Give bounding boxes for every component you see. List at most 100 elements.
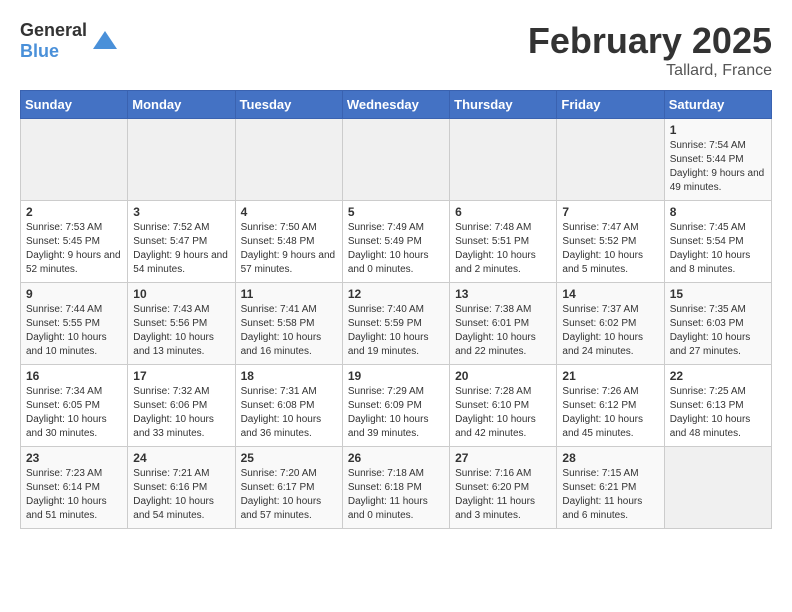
day-info: Sunrise: 7:49 AM Sunset: 5:49 PM Dayligh… [348,221,444,277]
calendar-cell: 27 Sunrise: 7:16 AM Sunset: 6:20 PM Dayli… [450,447,557,529]
calendar-cell: 14 Sunrise: 7:37 AM Sunset: 6:02 PM Dayli… [557,283,664,365]
day-number: 28 [562,451,658,465]
calendar-cell: 21Sunrise: 7:26 AM Sunset: 6:12 PM Dayli… [557,365,664,447]
day-info: Sunrise: 7:20 AM Sunset: 6:17 PM Dayligh… [241,467,337,523]
day-info: Sunrise: 7:35 AM Sunset: 6:03 PM Dayligh… [670,303,766,359]
header-day-tuesday: Tuesday [235,91,342,119]
day-info: Sunrise: 7:44 AM Sunset: 5:55 PM Dayligh… [26,303,122,359]
day-number: 12 [348,287,444,301]
calendar-cell: 17 Sunrise: 7:32 AM Sunset: 6:06 PM Dayli… [128,365,235,447]
logo-general: General [20,20,87,40]
day-number: 4 [241,205,337,219]
calendar-cell: 1Sunrise: 7:54 AM Sunset: 5:44 PM Daylig… [664,119,771,201]
header-day-monday: Monday [128,91,235,119]
header-day-thursday: Thursday [450,91,557,119]
day-number: 20 [455,369,551,383]
calendar-cell: 11Sunrise: 7:41 AM Sunset: 5:58 PM Dayli… [235,283,342,365]
calendar-cell: 5 Sunrise: 7:49 AM Sunset: 5:49 PM Daylig… [342,201,449,283]
calendar-header-row: SundayMondayTuesdayWednesdayThursdayFrid… [21,91,772,119]
day-info: Sunrise: 7:29 AM Sunset: 6:09 PM Dayligh… [348,385,444,441]
title-block: February 2025 Tallard, France [528,20,772,80]
day-number: 13 [455,287,551,301]
day-number: 23 [26,451,122,465]
logo-blue: Blue [20,41,59,61]
day-info: Sunrise: 7:26 AM Sunset: 6:12 PM Dayligh… [562,385,658,441]
day-number: 22 [670,369,766,383]
calendar-cell: 4 Sunrise: 7:50 AM Sunset: 5:48 PM Daylig… [235,201,342,283]
calendar-cell: 2 Sunrise: 7:53 AM Sunset: 5:45 PM Daylig… [21,201,128,283]
day-info: Sunrise: 7:37 AM Sunset: 6:02 PM Dayligh… [562,303,658,359]
day-number: 19 [348,369,444,383]
header-day-sunday: Sunday [21,91,128,119]
day-info: Sunrise: 7:18 AM Sunset: 6:18 PM Dayligh… [348,467,444,523]
header-day-saturday: Saturday [664,91,771,119]
calendar-cell [128,119,235,201]
calendar-cell [557,119,664,201]
day-info: Sunrise: 7:53 AM Sunset: 5:45 PM Dayligh… [26,221,122,277]
calendar-cell: 28 Sunrise: 7:15 AM Sunset: 6:21 PM Dayli… [557,447,664,529]
calendar-week-5: 23 Sunrise: 7:23 AM Sunset: 6:14 PM Dayli… [21,447,772,529]
day-info: Sunrise: 7:16 AM Sunset: 6:20 PM Dayligh… [455,467,551,523]
day-info: Sunrise: 7:32 AM Sunset: 6:06 PM Dayligh… [133,385,229,441]
day-info: Sunrise: 7:21 AM Sunset: 6:16 PM Dayligh… [133,467,229,523]
calendar-cell: 19 Sunrise: 7:29 AM Sunset: 6:09 PM Dayli… [342,365,449,447]
calendar-cell: 3 Sunrise: 7:52 AM Sunset: 5:47 PM Daylig… [128,201,235,283]
day-number: 24 [133,451,229,465]
day-info: Sunrise: 7:23 AM Sunset: 6:14 PM Dayligh… [26,467,122,523]
calendar-cell [21,119,128,201]
day-info: Sunrise: 7:52 AM Sunset: 5:47 PM Dayligh… [133,221,229,277]
day-number: 27 [455,451,551,465]
calendar-cell [664,447,771,529]
day-info: Sunrise: 7:48 AM Sunset: 5:51 PM Dayligh… [455,221,551,277]
calendar-cell: 24 Sunrise: 7:21 AM Sunset: 6:16 PM Dayli… [128,447,235,529]
calendar-week-3: 9 Sunrise: 7:44 AM Sunset: 5:55 PM Daylig… [21,283,772,365]
calendar-cell: 20 Sunrise: 7:28 AM Sunset: 6:10 PM Dayli… [450,365,557,447]
calendar-week-1: 1Sunrise: 7:54 AM Sunset: 5:44 PM Daylig… [21,119,772,201]
day-number: 17 [133,369,229,383]
page-header: General Blue February 2025 Tallard, Fran… [20,20,772,80]
day-number: 5 [348,205,444,219]
day-number: 7 [562,205,658,219]
day-number: 16 [26,369,122,383]
calendar-cell: 26Sunrise: 7:18 AM Sunset: 6:18 PM Dayli… [342,447,449,529]
day-number: 8 [670,205,766,219]
day-number: 2 [26,205,122,219]
calendar-cell: 23 Sunrise: 7:23 AM Sunset: 6:14 PM Dayli… [21,447,128,529]
header-day-friday: Friday [557,91,664,119]
day-number: 9 [26,287,122,301]
calendar-cell: 12Sunrise: 7:40 AM Sunset: 5:59 PM Dayli… [342,283,449,365]
calendar-cell: 22 Sunrise: 7:25 AM Sunset: 6:13 PM Dayli… [664,365,771,447]
day-number: 3 [133,205,229,219]
day-number: 14 [562,287,658,301]
day-info: Sunrise: 7:41 AM Sunset: 5:58 PM Dayligh… [241,303,337,359]
calendar-cell: 16Sunrise: 7:34 AM Sunset: 6:05 PM Dayli… [21,365,128,447]
header-day-wednesday: Wednesday [342,91,449,119]
day-number: 6 [455,205,551,219]
calendar-cell [450,119,557,201]
calendar-cell: 15Sunrise: 7:35 AM Sunset: 6:03 PM Dayli… [664,283,771,365]
calendar-cell: 25Sunrise: 7:20 AM Sunset: 6:17 PM Dayli… [235,447,342,529]
day-info: Sunrise: 7:15 AM Sunset: 6:21 PM Dayligh… [562,467,658,523]
day-info: Sunrise: 7:54 AM Sunset: 5:44 PM Dayligh… [670,139,766,195]
calendar-cell [342,119,449,201]
day-info: Sunrise: 7:31 AM Sunset: 6:08 PM Dayligh… [241,385,337,441]
calendar-week-4: 16Sunrise: 7:34 AM Sunset: 6:05 PM Dayli… [21,365,772,447]
calendar-cell: 18 Sunrise: 7:31 AM Sunset: 6:08 PM Dayli… [235,365,342,447]
day-info: Sunrise: 7:50 AM Sunset: 5:48 PM Dayligh… [241,221,337,277]
calendar-cell: 6 Sunrise: 7:48 AM Sunset: 5:51 PM Daylig… [450,201,557,283]
logo: General Blue [20,20,119,62]
day-number: 10 [133,287,229,301]
day-number: 18 [241,369,337,383]
calendar-cell: 8 Sunrise: 7:45 AM Sunset: 5:54 PM Daylig… [664,201,771,283]
logo-text: General Blue [20,20,87,62]
calendar-cell: 10Sunrise: 7:43 AM Sunset: 5:56 PM Dayli… [128,283,235,365]
day-info: Sunrise: 7:25 AM Sunset: 6:13 PM Dayligh… [670,385,766,441]
day-info: Sunrise: 7:28 AM Sunset: 6:10 PM Dayligh… [455,385,551,441]
day-info: Sunrise: 7:38 AM Sunset: 6:01 PM Dayligh… [455,303,551,359]
calendar-cell [235,119,342,201]
day-info: Sunrise: 7:45 AM Sunset: 5:54 PM Dayligh… [670,221,766,277]
calendar-cell: 7 Sunrise: 7:47 AM Sunset: 5:52 PM Daylig… [557,201,664,283]
calendar-week-2: 2 Sunrise: 7:53 AM Sunset: 5:45 PM Daylig… [21,201,772,283]
day-info: Sunrise: 7:47 AM Sunset: 5:52 PM Dayligh… [562,221,658,277]
calendar-cell: 13 Sunrise: 7:38 AM Sunset: 6:01 PM Dayli… [450,283,557,365]
